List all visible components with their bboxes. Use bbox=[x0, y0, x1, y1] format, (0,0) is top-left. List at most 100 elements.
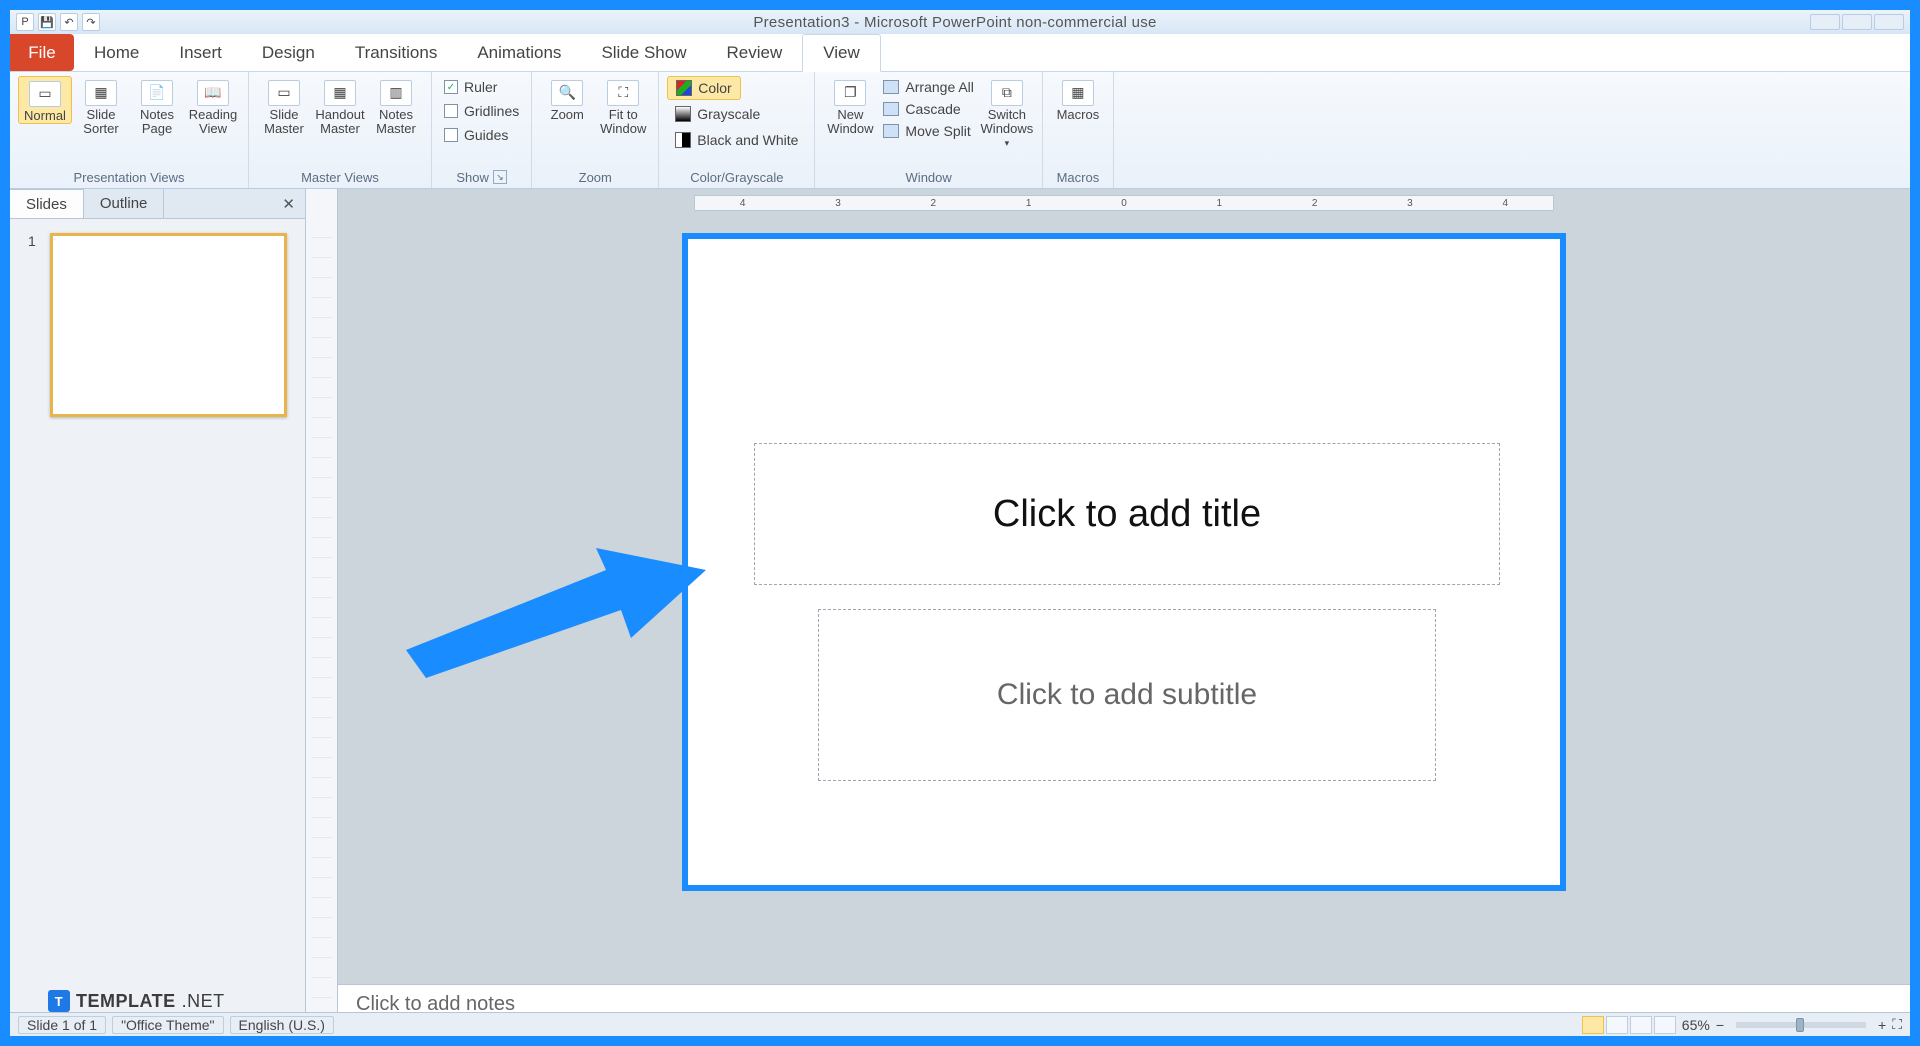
label: Move Split bbox=[905, 123, 970, 139]
label: Black and White bbox=[697, 132, 798, 148]
subtitle-placeholder[interactable]: Click to add subtitle bbox=[818, 609, 1436, 781]
cascade-button[interactable]: Cascade bbox=[879, 98, 977, 120]
new-window-icon: ❐ bbox=[834, 80, 866, 106]
tab-view[interactable]: View bbox=[802, 34, 881, 72]
normal-view-icon: ▭ bbox=[29, 81, 61, 107]
arrange-all-button[interactable]: Arrange All bbox=[879, 76, 977, 98]
slide-sorter-button[interactable]: ▦ Slide Sorter bbox=[74, 76, 128, 137]
zoom-slider-knob[interactable] bbox=[1796, 1018, 1804, 1032]
slide-master-button[interactable]: ▭ Slide Master bbox=[257, 76, 311, 137]
move-split-button[interactable]: Move Split bbox=[879, 120, 977, 142]
group-label: Zoom bbox=[540, 166, 650, 188]
notes-page-icon: 📄 bbox=[141, 80, 173, 106]
zoom-out-button[interactable]: − bbox=[1716, 1017, 1724, 1033]
maximize-button[interactable] bbox=[1842, 14, 1872, 30]
reading-view-button[interactable]: 📖 Reading View bbox=[186, 76, 240, 137]
macros-button[interactable]: ▦ Macros bbox=[1051, 76, 1105, 122]
qat-save-icon[interactable]: 💾 bbox=[38, 13, 56, 31]
handout-master-button[interactable]: ▦ Handout Master bbox=[313, 76, 367, 137]
close-button[interactable] bbox=[1874, 14, 1904, 30]
ribbon: ▭ Normal ▦ Slide Sorter 📄 Notes Page 📖 R… bbox=[10, 72, 1910, 189]
guides-checkbox[interactable]: Guides bbox=[440, 124, 512, 146]
slide-thumbnail-row[interactable]: 1 bbox=[28, 233, 287, 417]
label: Color bbox=[698, 80, 731, 96]
thumbnail-number: 1 bbox=[28, 233, 40, 249]
ruler-mark: 2 bbox=[931, 198, 937, 209]
watermark-suffix: .NET bbox=[182, 991, 225, 1012]
tab-design[interactable]: Design bbox=[242, 34, 335, 71]
label: Notes Page bbox=[130, 108, 184, 137]
fit-zoom-button[interactable]: ⛶ bbox=[1892, 1016, 1902, 1033]
switch-windows-button[interactable]: ⧉ Switch Windows ▾ bbox=[980, 76, 1034, 148]
slide-canvas[interactable]: Click to add title Click to add subtitle bbox=[682, 233, 1566, 891]
fit-to-window-button[interactable]: ⛶ Fit to Window bbox=[596, 76, 650, 137]
grayscale-mode-button[interactable]: Grayscale bbox=[667, 102, 768, 126]
bw-mode-button[interactable]: Black and White bbox=[667, 128, 806, 152]
label: Fit to Window bbox=[596, 108, 650, 137]
group-window: ❐ New Window Arrange All Cascade Move Sp… bbox=[815, 72, 1042, 188]
group-label: Show ↘ bbox=[440, 166, 523, 188]
tab-review[interactable]: Review bbox=[707, 34, 803, 71]
tab-transitions[interactable]: Transitions bbox=[335, 34, 458, 71]
switch-windows-icon: ⧉ bbox=[991, 80, 1023, 106]
handout-master-icon: ▦ bbox=[324, 80, 356, 106]
ruler-mark: 3 bbox=[835, 198, 841, 209]
label: Guides bbox=[464, 127, 508, 143]
notes-master-icon: ▥ bbox=[380, 80, 412, 106]
tab-home[interactable]: Home bbox=[74, 34, 159, 71]
ruler-mark: 4 bbox=[1503, 198, 1509, 209]
label: Gridlines bbox=[464, 103, 519, 119]
status-normal-view-button[interactable] bbox=[1582, 1016, 1604, 1034]
ruler-checkbox[interactable]: ✓ Ruler bbox=[440, 76, 501, 98]
qat-redo-icon[interactable]: ↷ bbox=[82, 13, 100, 31]
label: Notes Master bbox=[369, 108, 423, 137]
zoom-slider[interactable] bbox=[1736, 1022, 1866, 1028]
dialog-launcher-icon[interactable]: ↘ bbox=[493, 170, 507, 184]
status-reading-view-button[interactable] bbox=[1630, 1016, 1652, 1034]
status-sorter-view-button[interactable] bbox=[1606, 1016, 1628, 1034]
watermark-text: TEMPLATE bbox=[76, 991, 176, 1012]
status-slide-counter: Slide 1 of 1 bbox=[18, 1016, 106, 1034]
notes-master-button[interactable]: ▥ Notes Master bbox=[369, 76, 423, 137]
group-presentation-views: ▭ Normal ▦ Slide Sorter 📄 Notes Page 📖 R… bbox=[10, 72, 249, 188]
slide-thumbnail[interactable] bbox=[50, 233, 287, 417]
vertical-ruler bbox=[306, 189, 338, 1036]
zoom-button[interactable]: 🔍 Zoom bbox=[540, 76, 594, 122]
slides-tab[interactable]: Slides bbox=[10, 189, 84, 218]
tab-file[interactable]: File bbox=[10, 34, 74, 71]
color-swatch-icon bbox=[676, 80, 692, 96]
zoom-in-button[interactable]: + bbox=[1878, 1017, 1886, 1033]
title-placeholder[interactable]: Click to add title bbox=[754, 443, 1500, 585]
tab-animations[interactable]: Animations bbox=[457, 34, 581, 71]
notes-page-button[interactable]: 📄 Notes Page bbox=[130, 76, 184, 137]
status-bar: Slide 1 of 1 "Office Theme" English (U.S… bbox=[10, 1012, 1910, 1036]
watermark: T TEMPLATE.NET bbox=[48, 990, 225, 1012]
group-label: Macros bbox=[1051, 166, 1105, 188]
close-panel-icon[interactable]: ✕ bbox=[272, 189, 305, 218]
macros-icon: ▦ bbox=[1062, 80, 1094, 106]
label: Slide Master bbox=[257, 108, 311, 137]
ruler-mark: 0 bbox=[1121, 198, 1127, 209]
tab-slideshow[interactable]: Slide Show bbox=[581, 34, 706, 71]
slides-panel: Slides Outline ✕ 1 bbox=[10, 189, 306, 1036]
color-mode-button[interactable]: Color bbox=[667, 76, 740, 100]
tab-insert[interactable]: Insert bbox=[159, 34, 242, 71]
label: Grayscale bbox=[697, 106, 760, 122]
checkbox-icon bbox=[444, 128, 458, 142]
ruler-mark: 4 bbox=[740, 198, 746, 209]
horizontal-ruler: 4 3 2 1 0 1 2 3 4 bbox=[694, 195, 1554, 211]
normal-view-button[interactable]: ▭ Normal bbox=[18, 76, 72, 124]
label: Cascade bbox=[905, 101, 960, 117]
minimize-button[interactable] bbox=[1810, 14, 1840, 30]
gridlines-checkbox[interactable]: Gridlines bbox=[440, 100, 523, 122]
outline-tab[interactable]: Outline bbox=[84, 189, 165, 218]
status-zoom-value[interactable]: 65% bbox=[1682, 1017, 1710, 1033]
group-label: Color/Grayscale bbox=[667, 166, 806, 188]
status-slideshow-button[interactable] bbox=[1654, 1016, 1676, 1034]
status-language[interactable]: English (U.S.) bbox=[230, 1016, 334, 1034]
qat-undo-icon[interactable]: ↶ bbox=[60, 13, 78, 31]
move-split-icon bbox=[883, 124, 899, 138]
group-label: Presentation Views bbox=[18, 166, 240, 188]
label-text: Show bbox=[456, 170, 489, 185]
new-window-button[interactable]: ❐ New Window bbox=[823, 76, 877, 137]
